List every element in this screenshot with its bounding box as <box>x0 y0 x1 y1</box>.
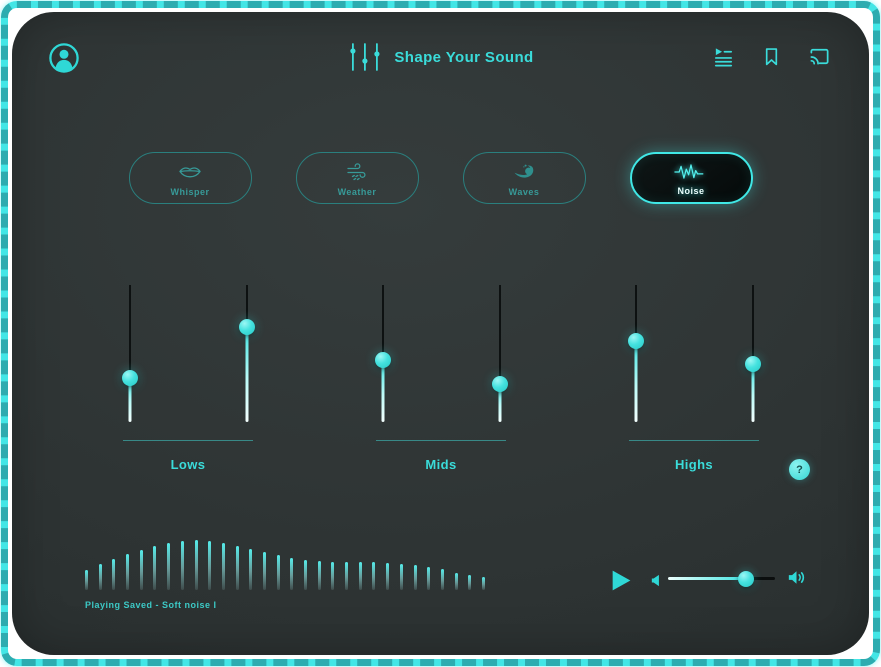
waveform <box>85 534 485 590</box>
waveform-bar <box>304 560 307 590</box>
group-label-mids: Mids <box>425 457 457 472</box>
user-avatar-icon[interactable] <box>48 42 80 74</box>
volume-up-icon[interactable] <box>785 566 808 589</box>
eq-group-mids: Mids <box>374 285 508 472</box>
app-title-group: Shape Your Sound <box>347 42 533 72</box>
waveform-bar <box>235 546 239 590</box>
waveform-bar <box>399 564 403 590</box>
waveform-bar <box>454 573 458 590</box>
volume-knob[interactable] <box>738 570 755 587</box>
cast-icon[interactable] <box>808 45 831 68</box>
eq-slider[interactable] <box>374 285 391 422</box>
bookmark-icon[interactable] <box>761 46 782 67</box>
eq-slider[interactable] <box>121 285 138 422</box>
eq-slider-knob[interactable] <box>744 356 761 373</box>
eq-slider[interactable] <box>491 285 508 422</box>
group-label-highs: Highs <box>674 457 714 472</box>
waveform-bar <box>413 565 417 590</box>
group-divider <box>376 440 506 441</box>
waveform-bar <box>85 570 88 590</box>
category-label: Noise <box>677 185 705 196</box>
waveform-bar <box>345 562 349 590</box>
category-waves[interactable]: Waves <box>462 152 586 204</box>
wind-icon <box>343 160 371 184</box>
play-icon[interactable] <box>608 568 634 593</box>
eq-slider-pair <box>374 285 508 422</box>
group-divider <box>629 440 759 441</box>
waveform-bar <box>180 541 184 590</box>
waveform-bar <box>153 546 157 590</box>
category-weather[interactable]: Weather <box>295 152 419 204</box>
now-playing-status: Playing Saved - Soft noise I <box>85 600 217 610</box>
waveform-bar <box>317 561 321 590</box>
waveform-bar <box>481 577 485 590</box>
waveform-bar <box>221 543 225 590</box>
waveform-bar <box>386 563 390 590</box>
waveform-bar <box>208 541 212 590</box>
app-window: Shape Your Sound Whisper Weather Waves N… <box>12 12 869 655</box>
page-title: Shape Your Sound <box>394 48 534 66</box>
waveform-bar <box>468 575 472 590</box>
volume-slider[interactable] <box>668 570 775 587</box>
category-label: Whisper <box>170 186 210 197</box>
waveform-bar <box>112 559 116 590</box>
group-divider <box>123 440 253 441</box>
waveform-bar <box>358 562 362 590</box>
group-label-lows: Lows <box>170 457 206 472</box>
waveform-bar <box>167 543 171 590</box>
eq-group-lows: Lows <box>121 285 255 472</box>
waveform-bar <box>98 564 102 590</box>
noise-waveform-icon <box>674 161 708 183</box>
eq-slider-pair <box>121 285 255 422</box>
help-button[interactable]: ? <box>789 459 810 480</box>
eq-slider-knob[interactable] <box>627 333 644 350</box>
waveform-bar <box>262 552 266 590</box>
app-canvas: Shape Your Sound Whisper Weather Waves N… <box>0 0 881 667</box>
eq-slider[interactable] <box>238 285 255 422</box>
category-label: Waves <box>508 186 540 197</box>
eq-group-highs: Highs <box>627 285 761 472</box>
waveform-bar <box>372 562 376 590</box>
eq-slider-fill <box>751 364 754 422</box>
eq-slider[interactable] <box>744 285 761 422</box>
eq-slider-knob[interactable] <box>374 352 391 369</box>
eq-slider-fill <box>381 360 384 422</box>
waveform-bar <box>290 558 294 590</box>
volume-down-icon[interactable] <box>649 572 666 589</box>
volume-fill <box>668 577 747 580</box>
category-noise[interactable]: Noise <box>629 152 753 204</box>
eq-slider[interactable] <box>627 285 644 422</box>
waveform-bar <box>331 562 335 590</box>
waveform-bar <box>194 540 198 590</box>
category-whisper[interactable]: Whisper <box>128 152 252 204</box>
category-row: Whisper Weather Waves Noise <box>12 152 869 204</box>
header-actions <box>712 45 831 68</box>
eq-slider-knob[interactable] <box>121 370 138 387</box>
wave-icon <box>510 160 538 184</box>
waveform-bar <box>276 555 280 590</box>
waveform-bar <box>440 569 444 590</box>
waveform-bar <box>249 549 253 590</box>
eq-slider-knob[interactable] <box>491 375 508 392</box>
equalizer-sliders-icon <box>347 42 381 72</box>
playlist-play-icon[interactable] <box>712 45 735 68</box>
eq-slider-pair <box>627 285 761 422</box>
lips-icon <box>176 160 204 184</box>
waveform-bar <box>126 554 130 590</box>
waveform-bar <box>139 550 143 590</box>
eq-slider-fill <box>634 341 637 422</box>
eq-slider-fill <box>245 327 248 422</box>
waveform-bar <box>427 567 431 590</box>
eq-slider-knob[interactable] <box>238 319 255 336</box>
category-label: Weather <box>337 186 377 197</box>
